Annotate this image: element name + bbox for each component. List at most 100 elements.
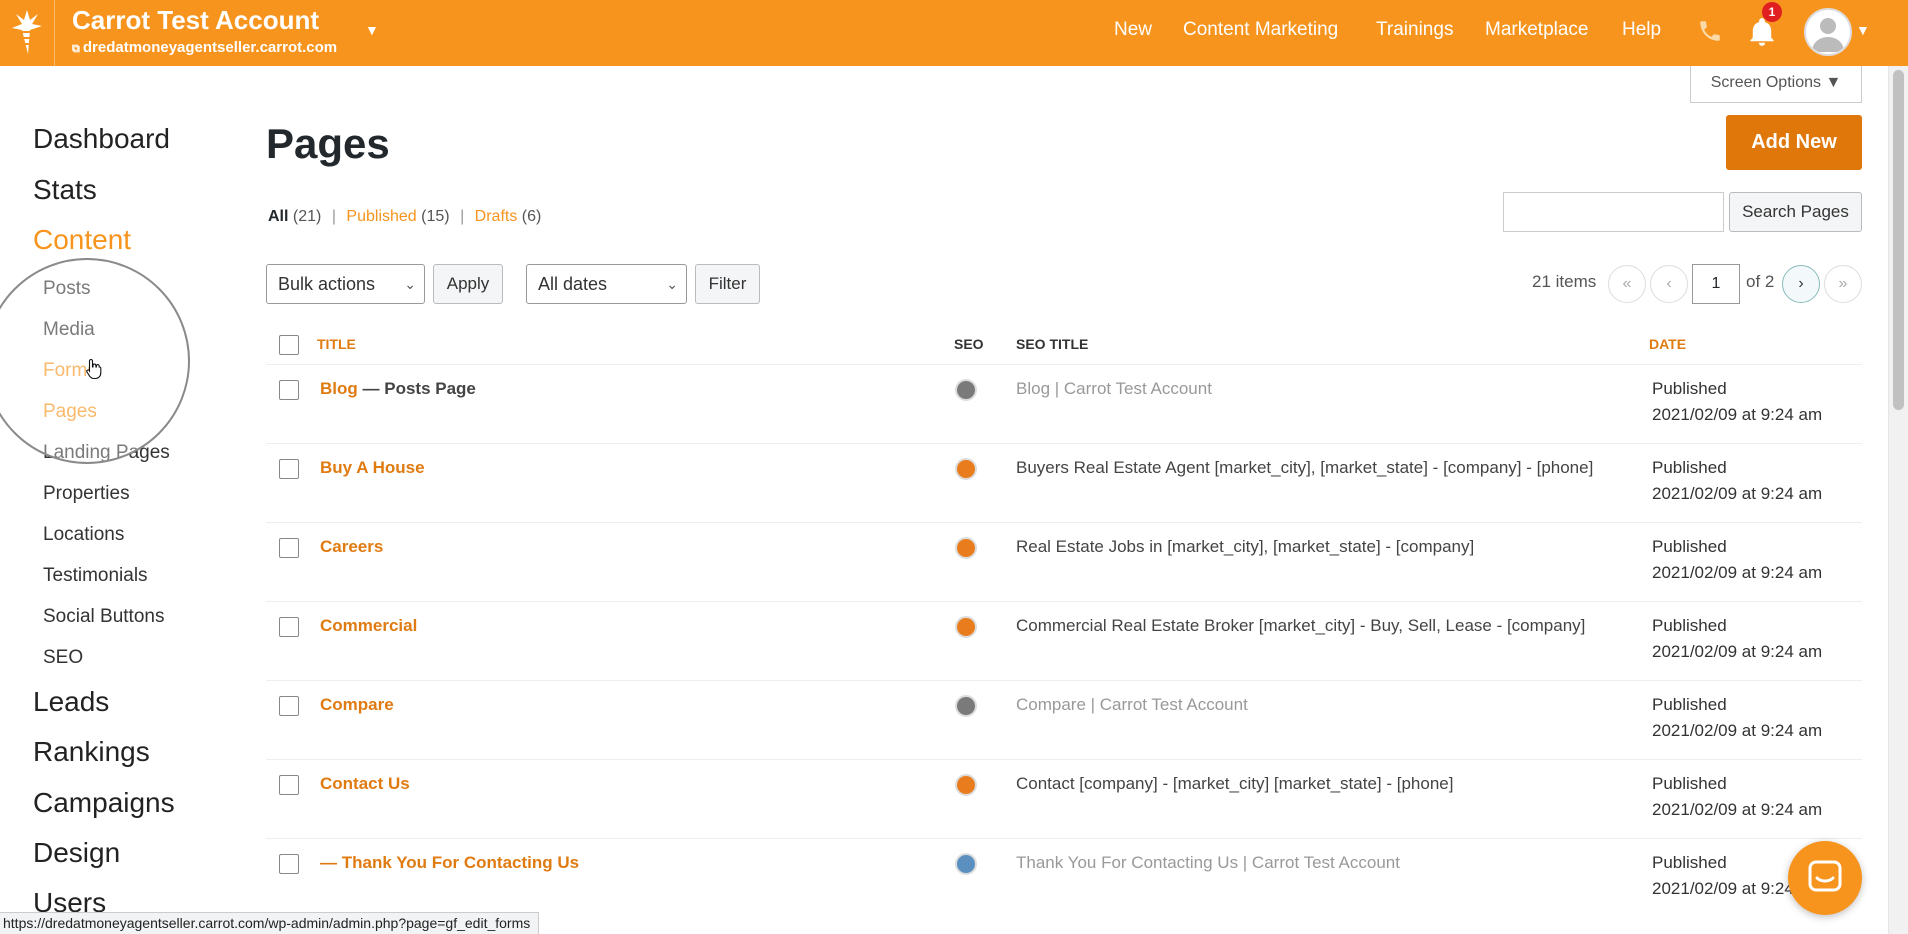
sidebar-item-design[interactable]: Design [33,837,120,869]
bulk-actions-value: Bulk actions [278,274,376,294]
sidebar-sub-properties[interactable]: Properties [43,483,130,505]
carrot-logo[interactable] [0,0,55,66]
phone-icon[interactable] [1697,18,1723,49]
select-all-checkbox[interactable] [279,335,299,355]
page-title-text: Blog [320,379,358,398]
seo-status-dot [955,616,977,638]
sidebar-item-dashboard[interactable]: Dashboard [33,123,170,155]
nav-marketplace[interactable]: Marketplace [1485,19,1589,45]
sidebar-sub-pages[interactable]: Pages [43,401,97,423]
row-checkbox[interactable] [279,617,299,637]
table-row: Commercial Commercial Real Estate Broker … [266,601,1862,680]
prev-page-button[interactable]: ‹ [1650,265,1688,303]
sidebar-sub-locations[interactable]: Locations [43,524,124,546]
add-new-button[interactable]: Add New [1726,115,1862,170]
date-filter-select[interactable]: All dates ⌄ [526,264,687,304]
page-title-suffix: — Posts Page [357,379,476,398]
current-page-input[interactable]: 1 [1692,264,1740,304]
account-url-link[interactable]: ⧉ dredatmoneyagentseller.carrot.com [72,39,337,56]
filter-published-link[interactable]: Published [346,208,416,225]
chevron-down-icon: ⌄ [666,276,678,292]
sidebar-sub-testimonials[interactable]: Testimonials [43,565,148,587]
sidebar-item-stats[interactable]: Stats [33,174,97,206]
bell-icon[interactable] [1748,17,1776,52]
row-checkbox[interactable] [279,459,299,479]
column-header-title[interactable]: TITLE [317,336,356,352]
page-title: Pages [266,120,390,167]
page-title-link[interactable]: Careers [320,537,383,557]
row-checkbox[interactable] [279,538,299,558]
row-checkbox[interactable] [279,380,299,400]
row-checkbox[interactable] [279,775,299,795]
publish-status: Published [1652,537,1727,556]
page-title-link[interactable]: Contact Us [320,774,410,794]
nav-trainings[interactable]: Trainings [1376,19,1453,45]
page-title-text: Contact Us [320,774,410,793]
account-switcher-caret-icon[interactable]: ▼ [365,22,379,38]
seo-status-dot [955,853,977,875]
filter-published-count: (15) [421,208,450,225]
items-count: 21 items [1532,272,1597,291]
page-title-link[interactable]: Blog — Posts Page [320,379,476,399]
total-pages: of 2 [1746,272,1775,291]
vertical-scrollbar[interactable] [1888,66,1908,934]
chat-launcher-button[interactable] [1788,841,1862,915]
publish-date: 2021/02/09 at 9:24 am [1652,642,1823,661]
filter-all-link[interactable]: All [268,208,288,225]
page-title-link[interactable]: — Thank You For Contacting Us [320,853,579,873]
seo-status-dot [955,379,977,401]
apply-button[interactable]: Apply [433,264,503,304]
page-title-text: Commercial [320,616,418,635]
bulk-actions-select[interactable]: Bulk actions ⌄ [266,264,425,304]
account-url: dredatmoneyagentseller.carrot.com [82,39,338,56]
sidebar-sub-posts[interactable]: Posts [43,278,91,300]
top-bar: Carrot Test Account ⧉ dredatmoneyagentsel… [0,0,1908,66]
row-checkbox[interactable] [279,854,299,874]
sidebar-item-rankings[interactable]: Rankings [33,736,150,768]
nav-help[interactable]: Help [1622,19,1661,45]
sidebar-sub-seo[interactable]: SEO [43,647,83,669]
status-filter-links: All (21) | Published (15) | Drafts (6) [268,208,542,225]
sidebar-item-content[interactable]: Content [33,224,131,256]
seo-status-dot [955,537,977,559]
publish-status: Published [1652,458,1727,477]
page-title-link[interactable]: Buy A House [320,458,425,478]
seo-title-text: Buyers Real Estate Agent [market_city], … [1016,458,1594,477]
first-page-button[interactable]: « [1608,265,1646,303]
seo-title-text: Real Estate Jobs in [market_city], [mark… [1016,537,1475,556]
nav-content-marketing[interactable]: Content Marketing [1183,19,1338,45]
filter-button[interactable]: Filter [695,264,760,304]
seo-title-text: Thank You For Contacting Us | Carrot Tes… [1016,853,1400,872]
user-menu-caret-icon[interactable]: ▼ [1856,22,1870,38]
column-header-date[interactable]: DATE [1649,336,1686,352]
publish-status: Published [1652,616,1727,635]
sidebar-sub-media[interactable]: Media [43,319,95,341]
sidebar-sub-landing-pages[interactable]: Landing Pages [43,442,170,464]
user-avatar[interactable] [1804,8,1852,56]
page-title-link[interactable]: Commercial [320,616,417,636]
seo-title-text: Commercial Real Estate Broker [market_ci… [1016,616,1586,635]
sidebar-item-campaigns[interactable]: Campaigns [33,787,175,819]
next-page-button[interactable]: › [1782,265,1820,303]
sidebar-sub-social-buttons[interactable]: Social Buttons [43,606,164,628]
filter-drafts-count: (6) [521,208,542,225]
filter-all-count: (21) [292,208,322,225]
publish-status: Published [1652,774,1727,793]
scrollbar-thumb[interactable] [1893,70,1904,410]
sidebar-item-leads[interactable]: Leads [33,686,109,718]
table-row: Contact Us Contact [company] - [market_ci… [266,759,1862,838]
search-pages-button[interactable]: Search Pages [1729,192,1862,232]
publish-date: 2021/02/09 at 9:24 am [1652,405,1823,424]
screen-options-button[interactable]: Screen Options ▼ [1690,66,1862,103]
column-header-seo: SEO [954,336,984,352]
filter-drafts-link[interactable]: Drafts [475,208,518,225]
nav-new[interactable]: New [1114,19,1152,45]
row-checkbox[interactable] [279,696,299,716]
last-page-button[interactable]: » [1824,265,1862,303]
account-name[interactable]: Carrot Test Account [72,5,319,36]
notification-badge: 1 [1762,2,1782,22]
page-title-link[interactable]: Compare [320,695,394,715]
search-pages-input[interactable] [1503,192,1724,232]
user-silhouette-icon [1812,18,1844,52]
column-header-seo-title: SEO TITLE [1016,336,1089,352]
